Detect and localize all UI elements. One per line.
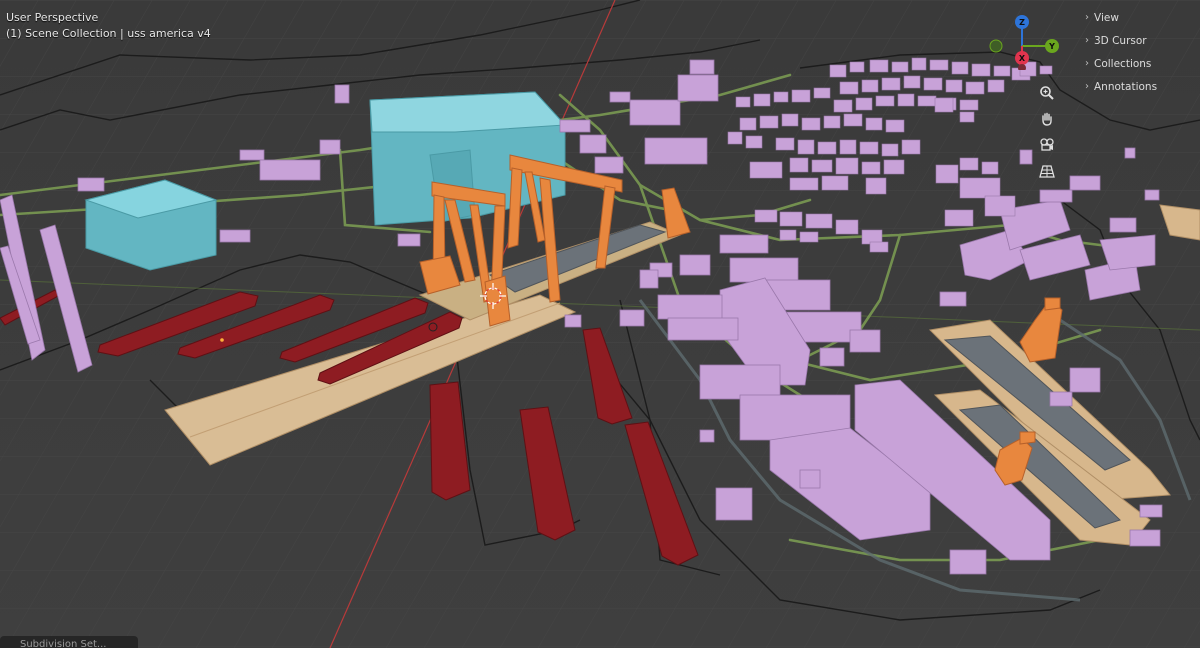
zoom-icon xyxy=(1040,86,1054,100)
navigation-gizmo[interactable]: Z Y X xyxy=(980,10,1064,70)
panel-collections[interactable]: › Collections xyxy=(1076,52,1200,75)
neg-z-axis-handle xyxy=(1018,64,1026,70)
panel-3d-cursor[interactable]: › 3D Cursor xyxy=(1076,29,1200,52)
sidebar-panels: › View › 3D Cursor › Collections › Annot… xyxy=(1076,6,1200,98)
z-axis-label: Z xyxy=(1019,18,1025,27)
panel-view[interactable]: › View xyxy=(1076,6,1200,29)
panel-annotations-label: Annotations xyxy=(1094,80,1158,93)
scene-render xyxy=(0,0,1200,648)
perspective-toggle-button[interactable] xyxy=(1036,160,1058,182)
panel-annotations[interactable]: › Annotations xyxy=(1076,75,1200,98)
panel-3d-cursor-label: 3D Cursor xyxy=(1094,34,1147,47)
perspective-grid-icon xyxy=(1039,165,1055,178)
modifier-panel-label: Subdivision Set... xyxy=(20,639,107,648)
3d-viewport[interactable]: User Perspective (1) Scene Collection | … xyxy=(0,0,1200,648)
chevron-right-icon: › xyxy=(1085,12,1089,23)
chevron-right-icon: › xyxy=(1085,58,1089,69)
camera-icon xyxy=(1040,138,1054,151)
x-axis-label: X xyxy=(1019,54,1026,63)
camera-view-button[interactable] xyxy=(1036,134,1058,156)
y-axis-label: Y xyxy=(1048,42,1055,51)
chevron-right-icon: › xyxy=(1085,81,1089,92)
hand-pan-icon xyxy=(1042,112,1052,126)
pan-button[interactable] xyxy=(1036,108,1058,130)
modifier-operator-panel[interactable]: Subdivision Set... xyxy=(0,636,138,648)
zoom-button[interactable] xyxy=(1036,82,1058,104)
view-perspective-label: User Perspective xyxy=(6,11,99,24)
chevron-right-icon: › xyxy=(1085,35,1089,46)
panel-collections-label: Collections xyxy=(1094,57,1152,70)
neg-y-axis-handle xyxy=(989,39,1003,53)
origin-dot xyxy=(220,338,224,342)
scene-collection-label: (1) Scene Collection | uss america v4 xyxy=(6,27,211,40)
panel-view-label: View xyxy=(1094,11,1119,24)
